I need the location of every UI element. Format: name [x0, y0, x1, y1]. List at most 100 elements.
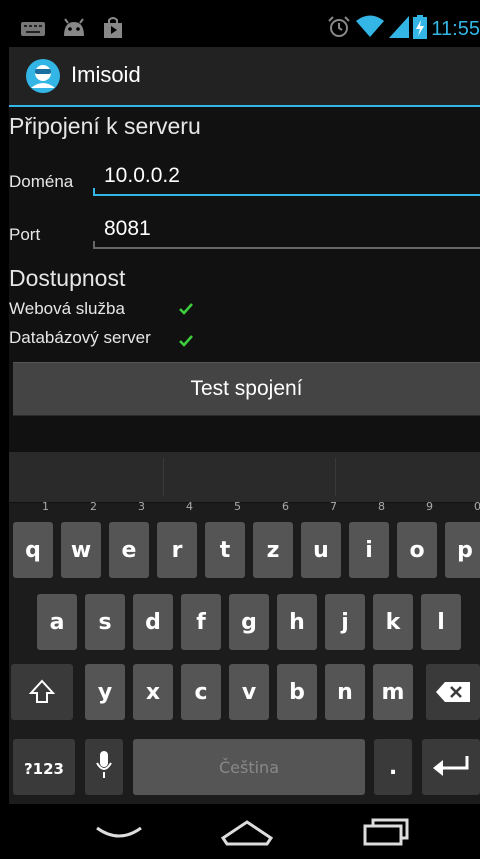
- domain-value[interactable]: 10.0.0.2: [104, 164, 180, 188]
- key-label: n: [337, 680, 353, 705]
- app-icon[interactable]: [25, 58, 61, 94]
- clock: 11:55: [431, 17, 480, 40]
- key-label: b: [289, 680, 305, 705]
- suggestion-divider: [335, 458, 336, 496]
- play-store-icon: [103, 17, 123, 43]
- status-bar: 11:55: [9, 9, 480, 47]
- key-label: h: [289, 610, 305, 635]
- port-field[interactable]: 8081: [93, 215, 480, 249]
- backspace-key[interactable]: [426, 664, 480, 720]
- recent-apps-icon[interactable]: [359, 814, 419, 850]
- key-label: g: [241, 610, 257, 635]
- settings-form: Připojení k serveru Doména 10.0.0.2 Port…: [9, 107, 480, 452]
- voice-input-key[interactable]: [85, 739, 123, 795]
- key-z[interactable]: z6: [253, 500, 293, 578]
- key-q[interactable]: q1: [13, 500, 53, 578]
- key-number-hint: 8: [378, 500, 385, 513]
- android-icon: [61, 18, 87, 42]
- key-number-hint: 3: [138, 500, 145, 513]
- key-label: d: [145, 610, 161, 635]
- db-server-label: Databázový server: [9, 328, 151, 347]
- key-label: s: [98, 610, 112, 635]
- key-number-hint: 4: [186, 500, 193, 513]
- key-u[interactable]: u7: [301, 500, 341, 578]
- key-b[interactable]: b: [277, 664, 317, 720]
- suggestion-divider: [163, 458, 164, 496]
- shift-key[interactable]: [11, 664, 73, 720]
- key-x[interactable]: x: [133, 664, 173, 720]
- key-number-hint: 2: [90, 500, 97, 513]
- domain-field[interactable]: 10.0.0.2: [93, 162, 480, 196]
- enter-key[interactable]: [422, 739, 480, 795]
- key-r[interactable]: r4: [157, 500, 197, 578]
- key-d[interactable]: d: [133, 594, 173, 650]
- key-label: e: [121, 538, 137, 563]
- symbols-label: ?123: [23, 760, 64, 778]
- home-icon[interactable]: [217, 814, 277, 850]
- key-number-hint: 0: [474, 500, 480, 513]
- space-key[interactable]: Čeština: [133, 739, 365, 795]
- key-s[interactable]: s: [85, 594, 125, 650]
- key-label: l: [437, 610, 445, 635]
- key-o[interactable]: o9: [397, 500, 437, 578]
- key-p[interactable]: p0: [445, 500, 480, 578]
- key-label: q: [25, 538, 41, 563]
- keyboard-icon: [21, 21, 45, 40]
- field-underline: [93, 194, 480, 196]
- battery-charging-icon: [413, 15, 428, 43]
- port-label: Port: [9, 225, 41, 244]
- key-label: p: [457, 538, 473, 563]
- alarm-icon: [327, 15, 351, 43]
- key-label: o: [409, 538, 425, 563]
- key-c[interactable]: c: [181, 664, 221, 720]
- availability-section-heading: Dostupnost: [9, 265, 126, 291]
- test-connection-button[interactable]: Test spojení: [13, 362, 480, 416]
- key-m[interactable]: m: [373, 664, 413, 720]
- key-t[interactable]: t5: [205, 500, 245, 578]
- key-label: y: [97, 680, 113, 705]
- key-label: f: [196, 610, 206, 635]
- port-value[interactable]: 8081: [104, 217, 151, 241]
- key-label: c: [194, 680, 208, 705]
- domain-label: Doména: [9, 172, 74, 191]
- suggestion-strip[interactable]: [9, 452, 480, 503]
- key-h[interactable]: h: [277, 594, 317, 650]
- app-title: Imisoid: [71, 62, 141, 87]
- key-n[interactable]: n: [325, 664, 365, 720]
- key-number-hint: 5: [234, 500, 241, 513]
- web-service-label: Webová služba: [9, 299, 125, 318]
- key-label: r: [171, 538, 183, 563]
- key-label: k: [385, 610, 401, 635]
- symbols-key[interactable]: ?123: [13, 739, 75, 795]
- key-y[interactable]: y: [85, 664, 125, 720]
- key-number-hint: 6: [282, 500, 289, 513]
- key-label: w: [70, 538, 92, 563]
- key-k[interactable]: k: [373, 594, 413, 650]
- server-section-heading: Připojení k serveru: [9, 113, 201, 139]
- key-e[interactable]: e3: [109, 500, 149, 578]
- key-w[interactable]: w2: [61, 500, 101, 578]
- key-f[interactable]: f: [181, 594, 221, 650]
- period-key[interactable]: .: [374, 739, 412, 795]
- key-i[interactable]: i8: [349, 500, 389, 578]
- key-label: z: [266, 538, 280, 563]
- key-label: m: [381, 680, 405, 705]
- key-label: a: [49, 610, 65, 635]
- key-label: i: [365, 538, 373, 563]
- key-l[interactable]: l: [421, 594, 461, 650]
- key-v[interactable]: v: [229, 664, 269, 720]
- key-number-hint: 9: [426, 500, 433, 513]
- key-label: v: [241, 680, 257, 705]
- key-label: u: [313, 538, 329, 563]
- key-label: j: [341, 610, 349, 635]
- space-language-label: Čeština: [218, 758, 279, 777]
- key-a[interactable]: a: [37, 594, 77, 650]
- key-g[interactable]: g: [229, 594, 269, 650]
- key-j[interactable]: j: [325, 594, 365, 650]
- field-underline: [93, 247, 480, 249]
- soft-keyboard: ?123 Čeština . q1w2e3r4t5z6u7i8o9p0asdfg…: [9, 452, 480, 804]
- navigation-bar: [9, 804, 480, 859]
- signal-icon: [389, 16, 410, 42]
- back-icon[interactable]: [89, 814, 149, 850]
- key-number-hint: 1: [42, 500, 49, 513]
